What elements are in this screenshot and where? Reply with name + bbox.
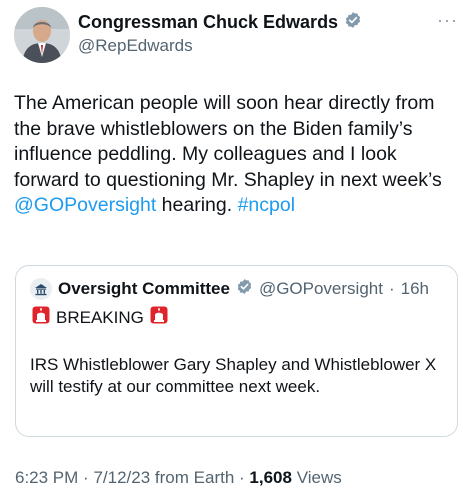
siren-icon-right — [150, 306, 168, 329]
meta-separator-2: · — [239, 468, 245, 487]
quoted-tweet[interactable]: Oversight Committee @GOPoversight · 16h BR… — [15, 265, 458, 437]
quote-author-name[interactable]: Oversight Committee — [58, 279, 230, 299]
quote-separator: · — [388, 279, 395, 298]
tweet-text-part-2: hearing. — [156, 194, 238, 216]
tweet-card: Congressman Chuck Edwards @RepEdwards ··… — [0, 0, 474, 500]
breaking-label: BREAKING — [56, 307, 144, 327]
post-time[interactable]: 6:23 PM — [15, 468, 78, 487]
post-date[interactable]: 7/12/23 — [93, 468, 150, 487]
more-options-icon[interactable]: ··· — [437, 10, 458, 31]
quote-header: Oversight Committee @GOPoversight · 16h — [30, 278, 429, 300]
siren-icon — [32, 306, 50, 329]
quote-text: IRS Whistleblower Gary Shapley and Whist… — [30, 355, 437, 396]
author-handle[interactable]: @RepEdwards — [78, 36, 193, 56]
author-display-name[interactable]: Congressman Chuck Edwards — [78, 12, 338, 33]
tweet-text: The American people will soon hear direc… — [14, 91, 464, 219]
meta-separator: · — [83, 468, 89, 487]
views-count: 1,608 — [249, 468, 292, 487]
tweet-meta: 6:23 PM · 7/12/23 from Earth · 1,608 Vie… — [15, 468, 342, 488]
post-source: from Earth — [154, 468, 235, 487]
mention-link[interactable]: @GOPoversight — [14, 194, 156, 216]
verified-badge-icon — [344, 11, 362, 34]
author-name-row: Congressman Chuck Edwards — [78, 11, 362, 34]
author-avatar[interactable] — [14, 7, 70, 63]
breaking-line: BREAKING — [32, 306, 168, 329]
quote-time[interactable]: 16h — [401, 279, 429, 299]
views-label: Views — [296, 468, 342, 487]
quote-verified-badge-icon — [236, 278, 253, 300]
oversight-logo-icon[interactable] — [30, 278, 52, 300]
hashtag-link[interactable]: #ncpol — [238, 194, 295, 216]
tweet-text-part-1: The American people will soon hear direc… — [14, 92, 442, 191]
quote-author-handle[interactable]: @GOPoversight — [259, 279, 383, 299]
